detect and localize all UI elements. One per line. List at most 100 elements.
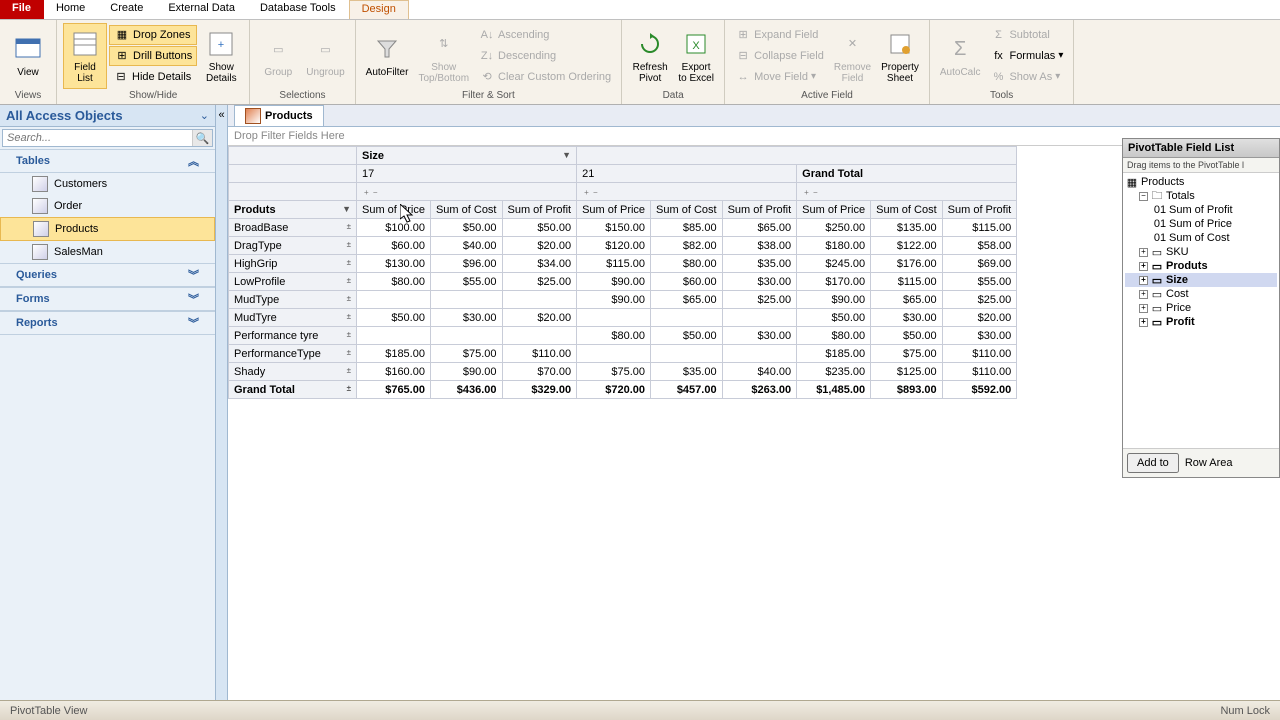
pivot-cell[interactable] [430, 327, 502, 345]
fl-size[interactable]: +▭Size [1125, 273, 1277, 287]
pivot-cell[interactable] [722, 345, 797, 363]
tab-home[interactable]: Home [44, 0, 98, 19]
pivot-cell[interactable] [357, 327, 431, 345]
pivot-cell[interactable]: $20.00 [502, 237, 577, 255]
pivot-cell[interactable]: $60.00 [651, 273, 723, 291]
plus-icon[interactable]: + [1139, 290, 1148, 299]
addto-button[interactable]: Add to [1127, 453, 1179, 473]
drill-pm-icon[interactable]: ± [341, 312, 351, 321]
pivot-cell[interactable] [502, 291, 577, 309]
nav-cat-queries[interactable]: Queries︾ [0, 263, 215, 287]
pivot-cell[interactable]: $245.00 [797, 255, 871, 273]
pivot-cell[interactable] [577, 345, 651, 363]
pivot-cell[interactable]: $96.00 [430, 255, 502, 273]
pivot-cell[interactable]: $55.00 [942, 273, 1017, 291]
pivot-cell[interactable]: $110.00 [942, 363, 1017, 381]
fieldlist-button[interactable]: Field List [63, 23, 107, 89]
nav-cat-forms[interactable]: Forms︾ [0, 287, 215, 311]
pivot-cell[interactable]: $65.00 [722, 219, 797, 237]
pivot-cell[interactable]: $20.00 [942, 309, 1017, 327]
pivot-cell[interactable]: $60.00 [357, 237, 431, 255]
pivot-cell[interactable]: $69.00 [942, 255, 1017, 273]
dropzones-button[interactable]: ▦Drop Zones [109, 25, 197, 45]
pivot-cell[interactable]: $90.00 [797, 291, 871, 309]
pivot-cell[interactable]: $50.00 [651, 327, 723, 345]
pivot-cell[interactable]: $35.00 [722, 255, 797, 273]
nav-cat-reports[interactable]: Reports︾ [0, 311, 215, 335]
tab-external-data[interactable]: External Data [156, 0, 248, 19]
drill-pm-icon[interactable]: ± [341, 240, 351, 249]
tab-file[interactable]: File [0, 0, 44, 19]
plus-icon[interactable]: + [1139, 304, 1148, 313]
drillbuttons-button[interactable]: ⊞Drill Buttons [109, 46, 197, 66]
pivot-cell[interactable]: $70.00 [502, 363, 577, 381]
descending-button[interactable]: Z↓Descending [475, 46, 615, 66]
pivot-cell[interactable]: $90.00 [430, 363, 502, 381]
pivot-cell[interactable]: $176.00 [871, 255, 943, 273]
export-excel-button[interactable]: XExport to Excel [674, 23, 718, 89]
pivot-cell[interactable] [357, 291, 431, 309]
expandfield-button[interactable]: ⊞Expand Field [731, 25, 828, 45]
pivot-cell[interactable]: $80.00 [797, 327, 871, 345]
plus-icon[interactable]: + [1139, 248, 1148, 257]
pivot-cell[interactable]: $120.00 [577, 237, 651, 255]
pivot-cell[interactable]: $75.00 [577, 363, 651, 381]
pivot-cell[interactable]: $110.00 [942, 345, 1017, 363]
rowarea-select[interactable]: Row Area [1185, 457, 1233, 469]
pivot-cell[interactable]: $80.00 [577, 327, 651, 345]
fl-sumcost[interactable]: 01Sum of Cost [1125, 231, 1277, 245]
nav-cat-tables[interactable]: Tables︽ [0, 149, 215, 173]
tab-database-tools[interactable]: Database Tools [248, 0, 349, 19]
fl-sku[interactable]: +▭SKU [1125, 245, 1277, 259]
doc-tab-products[interactable]: Products [234, 105, 324, 126]
movefield-button[interactable]: ↔Move Field ▾ [731, 67, 828, 87]
drill-toggle[interactable]: + − [802, 188, 821, 197]
fl-cost[interactable]: +▭Cost [1125, 287, 1277, 301]
drill-pm-icon[interactable]: ± [341, 294, 351, 303]
fl-sumprice[interactable]: 01Sum of Price [1125, 217, 1277, 231]
pivot-cell[interactable]: $50.00 [502, 219, 577, 237]
showas-button[interactable]: %Show As ▾ [986, 67, 1067, 87]
tab-create[interactable]: Create [98, 0, 156, 19]
pivot-cell[interactable]: $34.00 [502, 255, 577, 273]
pivot-row-field[interactable]: Produts▼ [229, 201, 357, 219]
pivot-cell[interactable]: $122.00 [871, 237, 943, 255]
pivot-row-HighGrip[interactable]: HighGrip± [229, 255, 357, 273]
pivot-cell[interactable]: $50.00 [357, 309, 431, 327]
pivot-cell[interactable]: $250.00 [797, 219, 871, 237]
pivot-cell[interactable]: $80.00 [357, 273, 431, 291]
tab-design[interactable]: Design [349, 0, 409, 19]
pivot-row-MudTyre[interactable]: MudTyre± [229, 309, 357, 327]
pivot-row-Performance-tyre[interactable]: Performance tyre± [229, 327, 357, 345]
pivot-cell[interactable]: $125.00 [871, 363, 943, 381]
pivot-cell[interactable]: $130.00 [357, 255, 431, 273]
drill-toggle[interactable]: + − [362, 188, 381, 197]
pivot-cell[interactable]: $110.00 [502, 345, 577, 363]
subtotal-button[interactable]: ΣSubtotal [986, 25, 1067, 45]
nav-item-salesman[interactable]: SalesMan [0, 241, 215, 263]
propertysheet-button[interactable]: Property Sheet [877, 23, 923, 89]
pivot-row-DragType[interactable]: DragType± [229, 237, 357, 255]
pivot-cell[interactable]: $30.00 [722, 327, 797, 345]
pivot-cell[interactable]: $90.00 [577, 291, 651, 309]
ascending-button[interactable]: A↓Ascending [475, 25, 615, 45]
pivot-cell[interactable]: $30.00 [871, 309, 943, 327]
collapsefield-button[interactable]: ⊟Collapse Field [731, 46, 828, 66]
pivot-cell[interactable]: $185.00 [357, 345, 431, 363]
pivot-cell[interactable]: $55.00 [430, 273, 502, 291]
drill-pm-icon[interactable]: ± [341, 348, 351, 357]
pivot-cell[interactable]: $30.00 [430, 309, 502, 327]
pivot-cell[interactable]: $25.00 [502, 273, 577, 291]
search-button[interactable]: 🔍 [192, 130, 212, 146]
pivot-cell[interactable]: $170.00 [797, 273, 871, 291]
pivot-cell[interactable]: $85.00 [651, 219, 723, 237]
pivot-cell[interactable]: $150.00 [577, 219, 651, 237]
pivot-col-field[interactable]: Size▼ [357, 147, 577, 165]
pivot-cell[interactable]: $25.00 [942, 291, 1017, 309]
pivot-cell[interactable]: $235.00 [797, 363, 871, 381]
drill-pm-icon[interactable]: ± [341, 276, 351, 285]
pivot-cell[interactable]: $38.00 [722, 237, 797, 255]
pivot-row-Shady[interactable]: Shady± [229, 363, 357, 381]
hidedetails-button[interactable]: ⊟Hide Details [109, 67, 197, 87]
pivot-cell[interactable] [651, 309, 723, 327]
